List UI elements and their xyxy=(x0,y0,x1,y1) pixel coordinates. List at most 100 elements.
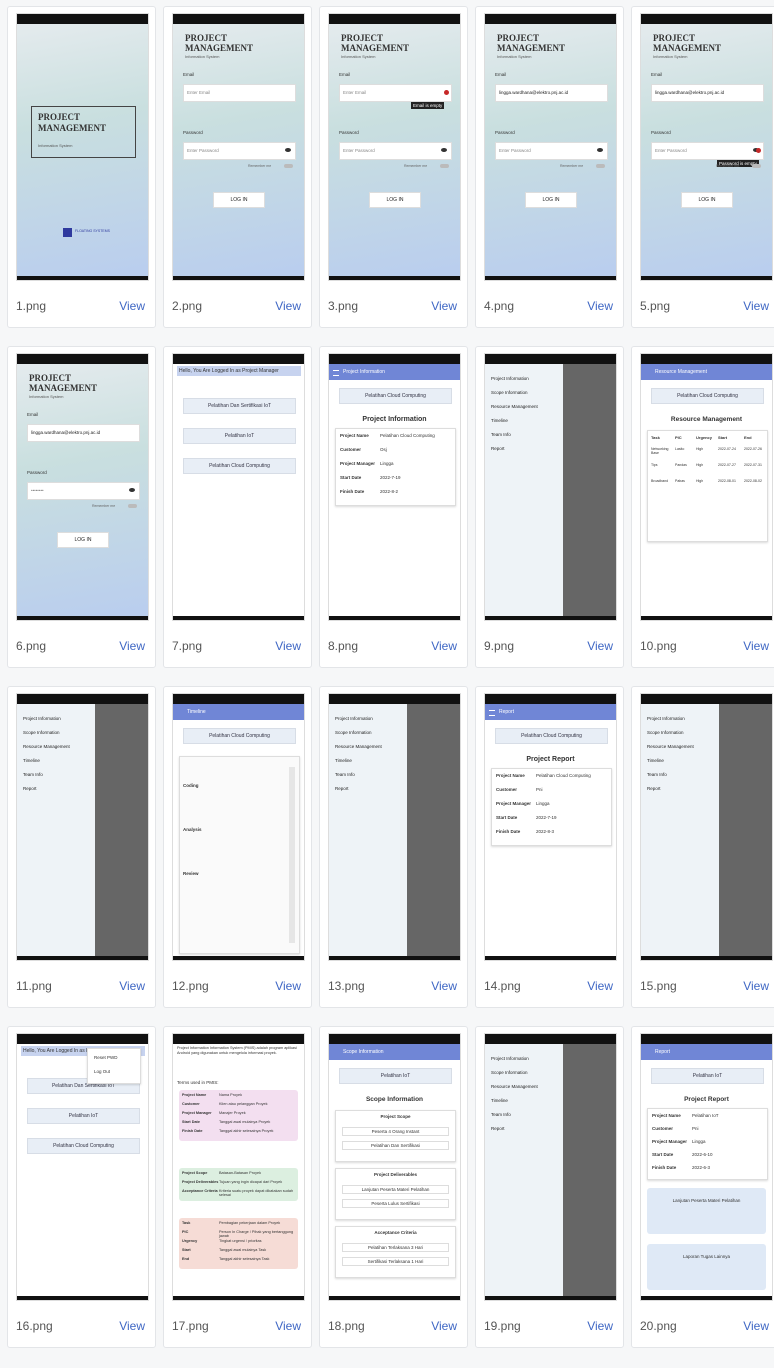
nav-bar xyxy=(329,616,460,620)
drawer-item[interactable]: Report xyxy=(491,446,505,451)
screenshot-thumbnail[interactable]: PROJECT MANAGEMENT Information System Email… xyxy=(640,13,773,281)
card-caption: 9.png View xyxy=(476,633,623,661)
screenshot-thumbnail[interactable]: Hello, You Are Logged In as Project Mana… xyxy=(172,353,305,621)
drawer-item[interactable]: Timeline xyxy=(335,758,352,763)
remember-toggle[interactable] xyxy=(440,164,449,168)
drawer-item[interactable]: Scope Information xyxy=(647,730,684,735)
view-link[interactable]: View xyxy=(587,639,613,653)
view-link[interactable]: View xyxy=(431,299,457,313)
screenshot-thumbnail[interactable]: Scope Information Pelatihan IoT Scope Info… xyxy=(328,1033,461,1301)
screenshot-thumbnail[interactable]: Report Pelatihan Cloud Computing Project R… xyxy=(484,693,617,961)
screenshot-thumbnail[interactable]: Project Information Scope Information Reso… xyxy=(16,693,149,961)
view-link[interactable]: View xyxy=(743,639,769,653)
nav-bar xyxy=(485,1296,616,1300)
screenshot-thumbnail[interactable]: PROJECT MANAGEMENT Information System Email… xyxy=(328,13,461,281)
menu-icon[interactable] xyxy=(489,710,495,716)
screenshot-thumbnail[interactable]: Hello, You Are Logged In as Project Mana… xyxy=(16,1033,149,1301)
drawer-item[interactable]: Resource Management xyxy=(491,1084,538,1089)
password-field[interactable]: Enter Password xyxy=(495,142,608,160)
view-link[interactable]: View xyxy=(743,299,769,313)
password-field[interactable]: Enter Password xyxy=(651,142,764,160)
view-link[interactable]: View xyxy=(275,299,301,313)
screenshot-thumbnail[interactable]: PROJECT MANAGEMENT Information System FLOAT… xyxy=(16,13,149,281)
view-link[interactable]: View xyxy=(743,1319,769,1333)
drawer-item[interactable]: Scope Information xyxy=(335,730,372,735)
screenshot-thumbnail[interactable]: Project Information Scope Information Reso… xyxy=(484,353,617,621)
drawer-item[interactable]: Team Info xyxy=(491,1112,511,1117)
drawer-item[interactable]: Report xyxy=(491,1126,505,1131)
email-field[interactable]: lingga.wardhana@elektro.pnj.ac.id xyxy=(495,84,608,102)
info-row-value: Pelatihan Cloud Computing xyxy=(380,433,435,438)
drawer-item[interactable]: Scope Information xyxy=(491,1070,528,1075)
remember-toggle[interactable] xyxy=(284,164,293,168)
eye-icon[interactable] xyxy=(285,148,291,152)
email-field[interactable]: lingga.wardhana@elektro.pnj.ac.id xyxy=(27,424,140,442)
drawer-item[interactable]: Team Info xyxy=(23,772,43,777)
view-link[interactable]: View xyxy=(587,1319,613,1333)
menu-icon[interactable] xyxy=(333,370,339,376)
drawer-item[interactable]: Timeline xyxy=(647,758,664,763)
screenshot-thumbnail[interactable]: Project Information Scope Information Reso… xyxy=(640,693,773,961)
screenshot-thumbnail[interactable]: Project Information Scope Information Reso… xyxy=(484,1033,617,1301)
view-link[interactable]: View xyxy=(587,979,613,993)
section-heading: Project Information xyxy=(362,416,427,423)
drawer-item[interactable]: Timeline xyxy=(23,758,40,763)
screenshot-thumbnail[interactable]: Project Information Information System (… xyxy=(172,1033,305,1301)
screenshot-thumbnail[interactable]: Project Information Scope Information Reso… xyxy=(328,693,461,961)
drawer-item[interactable]: Report xyxy=(647,786,661,791)
eye-icon[interactable] xyxy=(129,488,135,492)
eye-icon[interactable] xyxy=(441,148,447,152)
drawer-item[interactable]: Project Information xyxy=(491,1056,529,1061)
password-field[interactable]: Enter Password xyxy=(339,142,452,160)
view-link[interactable]: View xyxy=(275,1319,301,1333)
drawer-item[interactable]: Resource Management xyxy=(647,744,694,749)
view-link[interactable]: View xyxy=(431,979,457,993)
view-link[interactable]: View xyxy=(275,979,301,993)
view-link[interactable]: View xyxy=(743,979,769,993)
screenshot-thumbnail[interactable]: Resource Management Pelatihan Cloud Compu… xyxy=(640,353,773,621)
view-link[interactable]: View xyxy=(431,1319,457,1333)
email-field[interactable]: Enter Email xyxy=(183,84,296,102)
password-field[interactable]: Enter Password xyxy=(183,142,296,160)
email-field[interactable]: Enter Email xyxy=(339,84,452,102)
menu-item[interactable]: Log Out xyxy=(94,1069,110,1074)
view-link[interactable]: View xyxy=(119,639,145,653)
remember-toggle[interactable] xyxy=(752,164,761,168)
email-field[interactable]: lingga.wardhana@elektro.pnj.ac.id xyxy=(651,84,764,102)
drawer-item[interactable]: Timeline xyxy=(491,418,508,423)
drawer-item[interactable]: Report xyxy=(335,786,349,791)
drawer-item[interactable]: Project Information xyxy=(491,376,529,381)
view-link[interactable]: View xyxy=(119,979,145,993)
drawer-item[interactable]: Project Information xyxy=(23,716,61,721)
drawer-item[interactable]: Resource Management xyxy=(23,744,70,749)
screenshot-thumbnail[interactable]: Timeline Pelatihan Cloud Computing Coding A… xyxy=(172,693,305,961)
password-field[interactable]: •••••••• xyxy=(27,482,140,500)
screenshot-thumbnail[interactable]: Report Pelatihan IoT Project Report Project… xyxy=(640,1033,773,1301)
drawer-item[interactable]: Team Info xyxy=(491,432,511,437)
drawer-item[interactable]: Project Information xyxy=(335,716,373,721)
screenshot-thumbnail[interactable]: Project Information Pelatihan Cloud Compu… xyxy=(328,353,461,621)
screenshot-thumbnail[interactable]: PROJECT MANAGEMENT Information System Email… xyxy=(16,353,149,621)
view-link[interactable]: View xyxy=(431,639,457,653)
drawer-item[interactable]: Team Info xyxy=(335,772,355,777)
view-link[interactable]: View xyxy=(587,299,613,313)
view-link[interactable]: View xyxy=(119,299,145,313)
eye-icon[interactable] xyxy=(597,148,603,152)
drawer-item[interactable]: Scope Information xyxy=(23,730,60,735)
screenshot-thumbnail[interactable]: PROJECT MANAGEMENT Information System Email… xyxy=(484,13,617,281)
drawer-item[interactable]: Resource Management xyxy=(335,744,382,749)
view-link[interactable]: View xyxy=(275,639,301,653)
remember-toggle[interactable] xyxy=(128,504,137,508)
gantt-scrollbar[interactable] xyxy=(289,767,295,943)
drawer-item[interactable]: Project Information xyxy=(647,716,685,721)
remember-toggle[interactable] xyxy=(596,164,605,168)
screenshot-thumbnail[interactable]: PROJECT MANAGEMENT Information System Email… xyxy=(172,13,305,281)
drawer-item[interactable]: Timeline xyxy=(491,1098,508,1103)
view-link[interactable]: View xyxy=(119,1319,145,1333)
drawer-item[interactable]: Resource Management xyxy=(491,404,538,409)
login-button: LOG IN xyxy=(369,192,421,208)
drawer-item[interactable]: Team Info xyxy=(647,772,667,777)
drawer-item[interactable]: Scope Information xyxy=(491,390,528,395)
menu-item[interactable]: Reset PWD xyxy=(94,1055,118,1060)
drawer-item[interactable]: Report xyxy=(23,786,37,791)
